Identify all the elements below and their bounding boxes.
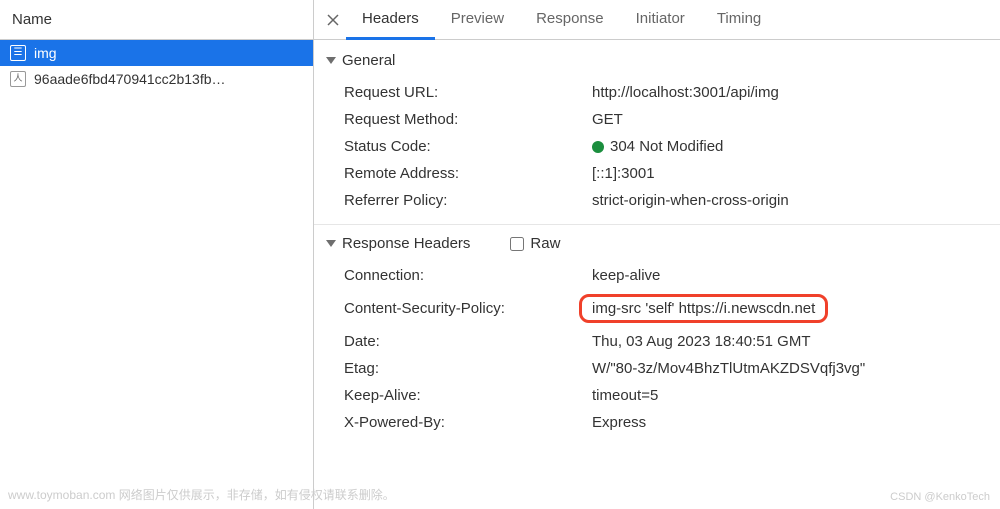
raw-label: Raw: [530, 235, 560, 252]
disclosure-triangle-icon: [326, 57, 336, 64]
header-key: Request Method:: [344, 111, 592, 128]
tab-timing[interactable]: Timing: [701, 0, 777, 40]
close-icon[interactable]: [320, 0, 346, 39]
header-value: Express: [592, 414, 1000, 431]
request-row[interactable]: 人 96aade6fbd470941cc2b13fb…: [0, 66, 313, 92]
tab-headers[interactable]: Headers: [346, 0, 435, 40]
header-key: Etag:: [344, 360, 592, 377]
header-value: [::1]:3001: [592, 165, 1000, 182]
header-row: Request Method:GET: [314, 106, 1000, 133]
header-value: http://localhost:3001/api/img: [592, 84, 1000, 101]
header-row: Referrer Policy:strict-origin-when-cross…: [314, 187, 1000, 214]
header-row: Connection:keep-alive: [314, 262, 1000, 289]
header-row: Content-Security-Policy:img-src 'self' h…: [314, 289, 1000, 328]
tab-initiator[interactable]: Initiator: [620, 0, 701, 40]
header-row: Keep-Alive:timeout=5: [314, 382, 1000, 409]
document-icon: ☰: [10, 45, 26, 61]
header-key: X-Powered-By:: [344, 414, 592, 431]
response-headers-section-header[interactable]: Response Headers Raw: [314, 225, 1000, 258]
section-title: Response Headers: [342, 235, 470, 252]
header-row: Remote Address:[::1]:3001: [314, 160, 1000, 187]
header-row: Status Code:304 Not Modified: [314, 133, 1000, 160]
header-value: Thu, 03 Aug 2023 18:40:51 GMT: [592, 333, 1000, 350]
request-name: img: [34, 45, 57, 61]
request-name: 96aade6fbd470941cc2b13fb…: [34, 71, 226, 87]
header-row: Date:Thu, 03 Aug 2023 18:40:51 GMT: [314, 328, 1000, 355]
raw-checkbox[interactable]: [510, 237, 524, 251]
status-dot-icon: [592, 141, 604, 153]
header-value: 304 Not Modified: [592, 138, 1000, 155]
request-row[interactable]: ☰ img: [0, 40, 313, 66]
header-value: W/"80-3z/Mov4BhzTlUtmAKZDSVqfj3vg": [592, 360, 1000, 377]
header-value: img-src 'self' https://i.newscdn.net: [592, 294, 1000, 323]
network-request-list: Name ☰ img 人 96aade6fbd470941cc2b13fb…: [0, 0, 314, 509]
disclosure-triangle-icon: [326, 240, 336, 247]
highlight-annotation: img-src 'self' https://i.newscdn.net: [579, 294, 828, 323]
header-key: Status Code:: [344, 138, 592, 155]
section-title: General: [342, 52, 395, 69]
header-value: strict-origin-when-cross-origin: [592, 192, 1000, 209]
general-section-header[interactable]: General: [314, 46, 1000, 75]
header-row: Etag:W/"80-3z/Mov4BhzTlUtmAKZDSVqfj3vg": [314, 355, 1000, 382]
raw-toggle[interactable]: Raw: [510, 235, 560, 252]
watermark-right: CSDN @KenkoTech: [890, 491, 990, 503]
tab-preview[interactable]: Preview: [435, 0, 520, 40]
header-value: keep-alive: [592, 267, 1000, 284]
header-value: timeout=5: [592, 387, 1000, 404]
header-value: GET: [592, 111, 1000, 128]
header-key: Content-Security-Policy:: [344, 300, 592, 317]
header-key: Request URL:: [344, 84, 592, 101]
details-tab-bar: HeadersPreviewResponseInitiatorTiming: [314, 0, 1000, 40]
tab-response[interactable]: Response: [520, 0, 620, 40]
script-icon: 人: [10, 71, 26, 87]
name-column-header[interactable]: Name: [0, 0, 313, 40]
header-key: Remote Address:: [344, 165, 592, 182]
header-key: Connection:: [344, 267, 592, 284]
details-panel: HeadersPreviewResponseInitiatorTiming Ge…: [314, 0, 1000, 509]
header-row: X-Powered-By:Express: [314, 409, 1000, 436]
header-row: Request URL:http://localhost:3001/api/im…: [314, 79, 1000, 106]
header-key: Keep-Alive:: [344, 387, 592, 404]
header-key: Referrer Policy:: [344, 192, 592, 209]
watermark-left: www.toymoban.com 网络图片仅供展示，非存储，如有侵权请联系删除。: [8, 486, 395, 503]
header-key: Date:: [344, 333, 592, 350]
